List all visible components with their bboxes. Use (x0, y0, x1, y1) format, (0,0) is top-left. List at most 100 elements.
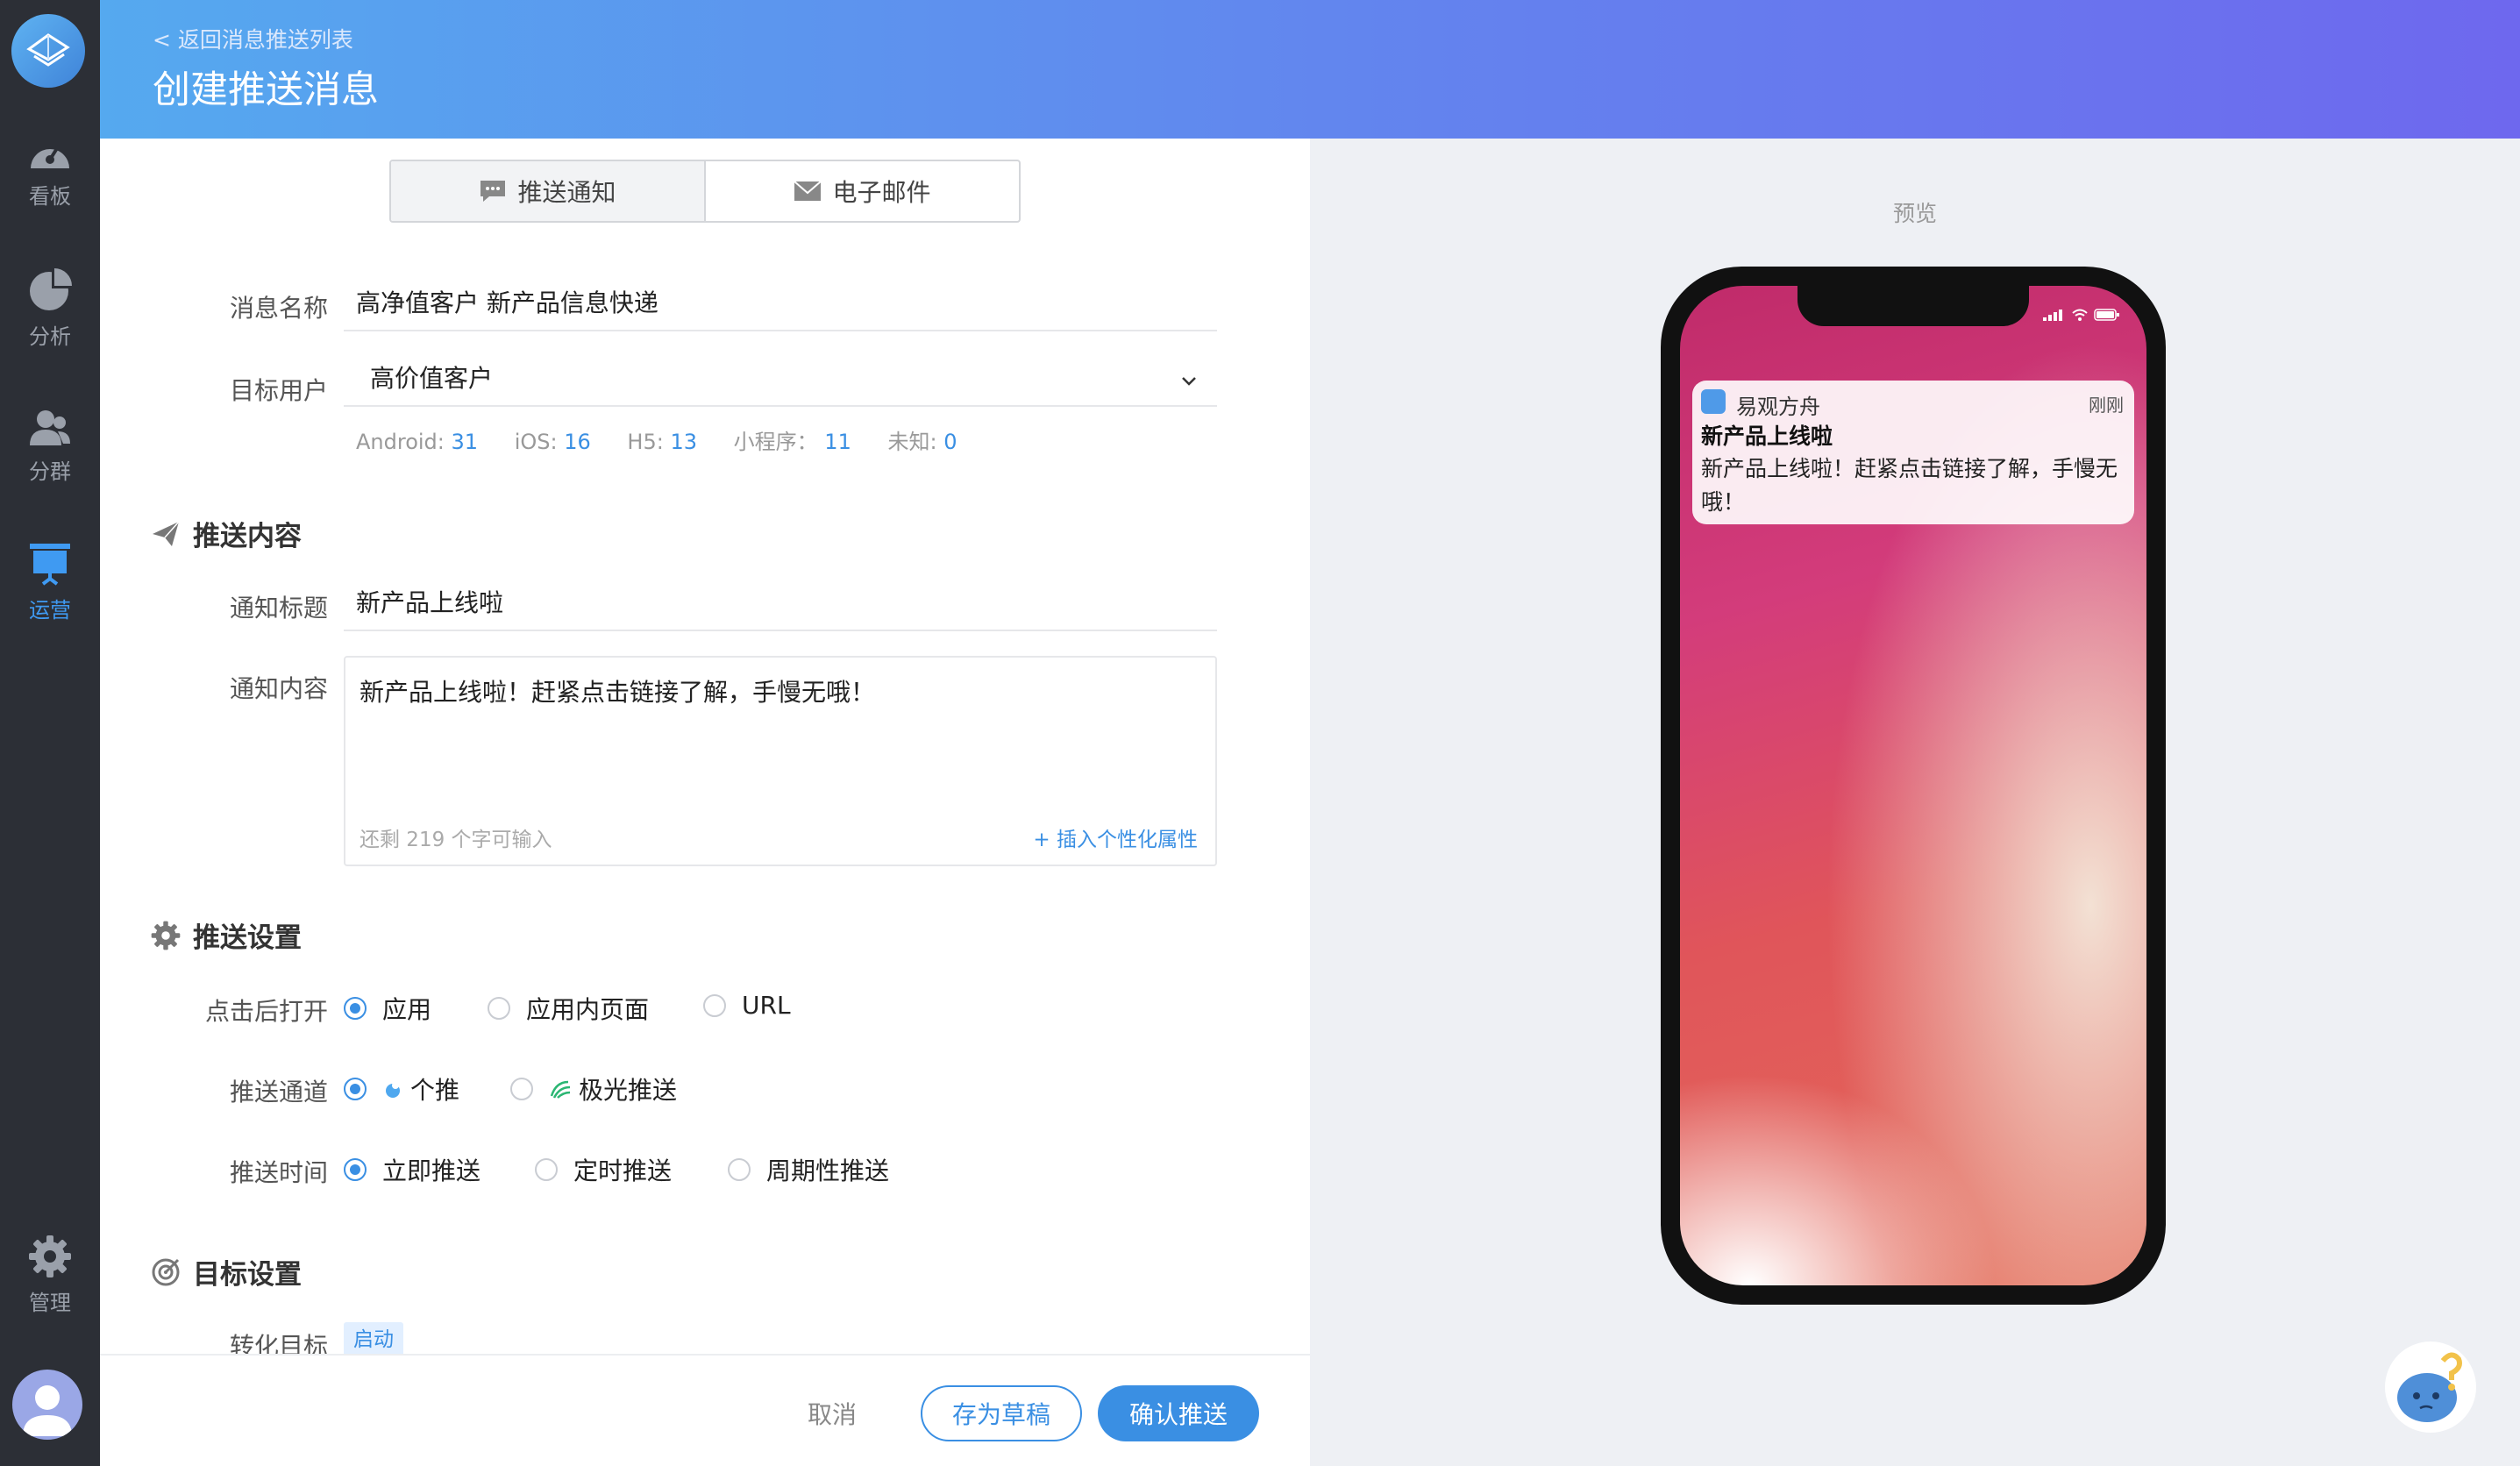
ark-logo-icon (26, 33, 70, 67)
dashboard-icon (31, 144, 69, 168)
open-after-click-label: 点击后打开 (204, 997, 328, 1026)
insert-attribute-link[interactable]: + 插入个性化属性 (1033, 822, 1198, 852)
radio-open-in-app-page[interactable]: 应用内页面 (488, 991, 649, 1026)
conversion-goal-badge[interactable]: 启动 (344, 1322, 403, 1357)
pie-chart-icon (30, 268, 72, 310)
getui-icon (386, 1082, 400, 1098)
radio-label: URL (742, 991, 791, 1020)
stat-value: 13 (670, 430, 698, 454)
target-icon (152, 1258, 180, 1285)
save-draft-button[interactable]: 存为草稿 (921, 1385, 1082, 1441)
nav-label: 管理 (29, 1291, 71, 1315)
notif-title-label: 通知标题 (229, 594, 328, 623)
radio-channel-jpush[interactable]: 极光推送 (510, 1071, 677, 1107)
radio-circle[interactable] (344, 997, 367, 1020)
preview-panel: 预览 易观方舟 刚刚 新产品上线啦 新产品上线啦！赶紧点击链接了解，手慢无哦！ (1310, 139, 2520, 1466)
nav-label: 看板 (29, 184, 71, 209)
push-time-label: 推送时间 (229, 1158, 328, 1187)
gear-icon (151, 921, 181, 950)
paper-plane-icon (153, 521, 180, 546)
radio-time-periodic[interactable]: 周期性推送 (728, 1152, 889, 1187)
wifi-icon (2072, 309, 2088, 321)
radio-label: 应用 (382, 995, 432, 1024)
message-name-label: 消息名称 (229, 294, 328, 323)
radio-time-scheduled[interactable]: 定时推送 (535, 1152, 672, 1187)
help-mascot-button[interactable] (2385, 1341, 2476, 1433)
notif-time: 刚刚 (2089, 395, 2124, 416)
radio-circle[interactable] (344, 1158, 367, 1181)
phone-screen: 易观方舟 刚刚 新产品上线啦 新产品上线啦！赶紧点击链接了解，手慢无哦！ (1680, 286, 2146, 1285)
tab-email[interactable]: 电子邮件 (706, 161, 1019, 221)
mascot-icon (2397, 1352, 2462, 1422)
target-user-value: 高价值客户 (370, 364, 494, 393)
message-name-input[interactable]: 高净值客户 新产品信息快递 (344, 281, 1217, 331)
radio-circle[interactable] (344, 1078, 367, 1100)
radio-label: 极光推送 (579, 1076, 678, 1105)
radio-open-app[interactable]: 应用 (344, 991, 431, 1026)
stat-value: 0 (943, 430, 957, 454)
notif-content-textarea[interactable]: 新产品上线啦！赶紧点击链接了解，手慢无哦！ 还剩 219 个字可输入 + 插入个… (344, 656, 1217, 866)
chat-bubble-icon (481, 181, 506, 202)
nav-segments[interactable]: 分群 (0, 409, 100, 485)
radio-label: 个推 (410, 1076, 460, 1105)
notif-title: 新产品上线啦 (1701, 423, 1833, 449)
chevron-down-icon (1182, 377, 1196, 386)
users-icon (30, 410, 70, 445)
nav-dashboard[interactable]: 看板 (0, 133, 100, 210)
char-counter: 还剩 219 个字可输入 (359, 829, 552, 851)
stat-value: 16 (564, 430, 591, 454)
section-goal-settings: 目标设置 (151, 1252, 302, 1292)
section-title: 推送内容 (193, 521, 302, 552)
notif-content-text: 新产品上线啦！赶紧点击链接了解，手慢无哦！ (359, 678, 876, 707)
jpush-icon (550, 1080, 571, 1099)
signal-icon (2043, 310, 2062, 321)
nav-operations[interactable]: 运营 (0, 542, 100, 623)
back-link[interactable]: < 返回消息推送列表 (153, 23, 353, 54)
nav-label: 运营 (29, 598, 71, 623)
radio-circle[interactable] (488, 997, 510, 1020)
sidebar: 看板 分析 分群 运营 管理 (0, 0, 100, 1466)
target-user-select[interactable]: 高价值客户 (344, 356, 1217, 407)
section-push-settings: 推送设置 (151, 915, 302, 955)
section-title: 推送设置 (193, 922, 302, 954)
presentation-icon (30, 544, 70, 586)
notif-app-name: 易观方舟 (1736, 395, 1820, 419)
nav-label: 分析 (29, 324, 71, 349)
radio-label: 应用内页面 (526, 995, 650, 1024)
stat-label: 未知: (887, 430, 937, 454)
avatar-icon (23, 1385, 72, 1436)
notif-content-label: 通知内容 (229, 674, 328, 703)
radio-circle[interactable] (510, 1078, 533, 1100)
radio-open-url[interactable]: URL (703, 991, 791, 1020)
radio-circle[interactable] (728, 1158, 751, 1181)
status-bar-icons (2043, 309, 2120, 321)
stat-label: Android: (356, 430, 445, 454)
confirm-push-button[interactable]: 确认推送 (1098, 1385, 1259, 1441)
notification-card[interactable]: 易观方舟 刚刚 新产品上线啦 新产品上线啦！赶紧点击链接了解，手慢无哦！ (1692, 381, 2134, 524)
radio-time-immediate[interactable]: 立即推送 (344, 1152, 481, 1187)
cancel-button[interactable]: 取消 (793, 1385, 872, 1441)
user-avatar[interactable] (12, 1370, 82, 1440)
nav-management[interactable]: 管理 (0, 1235, 100, 1316)
radio-circle[interactable] (703, 993, 726, 1017)
stat-value: 11 (824, 430, 851, 454)
page-header: < 返回消息推送列表 创建推送消息 (100, 0, 2520, 139)
notif-title-input[interactable]: 新产品上线啦 (344, 580, 1217, 631)
stat-label: iOS: (514, 430, 558, 454)
radio-channel-getui[interactable]: 个推 (344, 1071, 459, 1107)
channel-tabs: 推送通知 电子邮件 (389, 160, 1021, 223)
preview-label: 预览 (1892, 201, 1937, 226)
stat-label: H5: (627, 430, 664, 454)
stat-value: 31 (451, 430, 479, 454)
stat-label: 小程序： (733, 430, 818, 454)
tab-label: 推送通知 (517, 178, 616, 207)
tab-push-notification[interactable]: 推送通知 (391, 161, 706, 221)
target-user-label: 目标用户 (229, 376, 328, 405)
radio-circle[interactable] (535, 1158, 558, 1181)
nav-analysis[interactable]: 分析 (0, 268, 100, 350)
app-logo[interactable] (11, 14, 85, 88)
notif-body: 新产品上线啦！赶紧点击链接了解，手慢无哦！ (1701, 456, 2118, 515)
page-title: 创建推送消息 (153, 68, 379, 112)
section-title: 目标设置 (193, 1259, 302, 1291)
section-push-content: 推送内容 (151, 514, 302, 553)
